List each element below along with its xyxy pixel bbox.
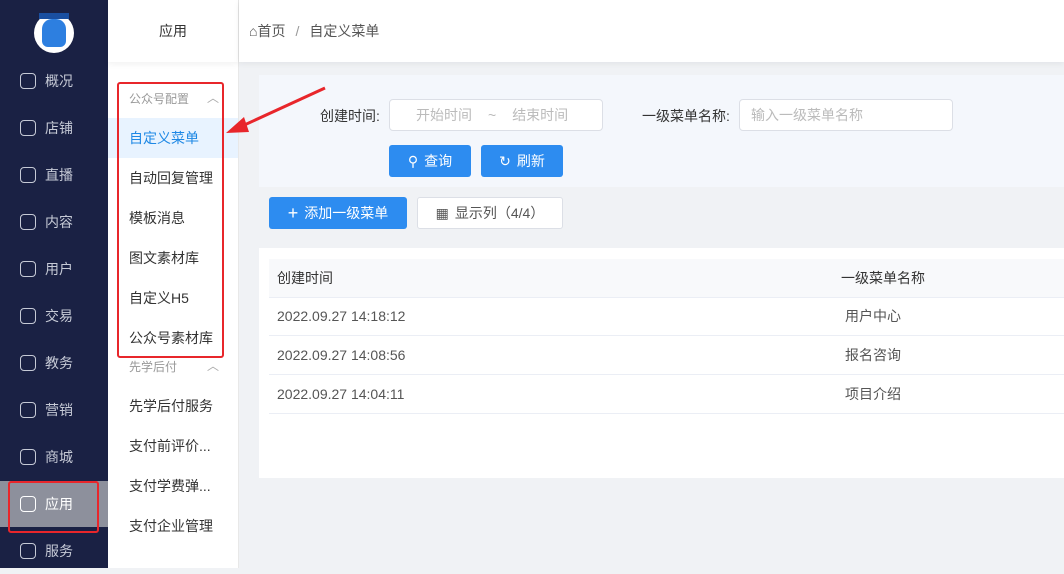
annotation-arrow xyxy=(226,86,326,133)
